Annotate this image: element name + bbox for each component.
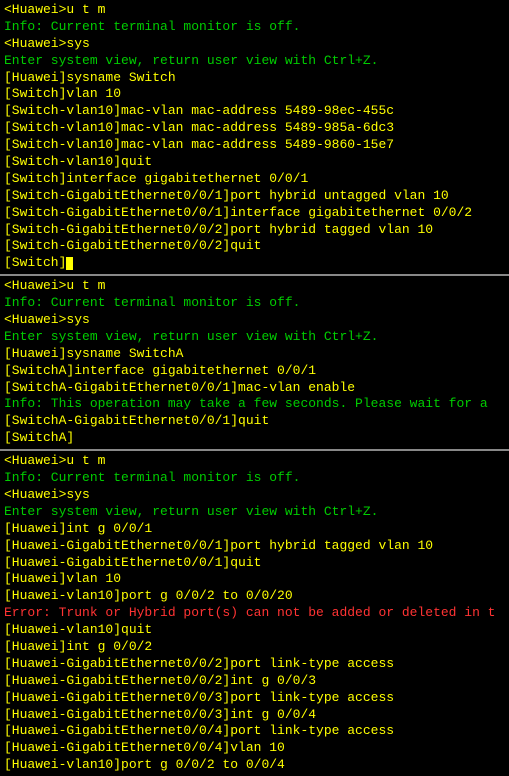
prompt-text: [Huawei-GigabitEthernet0/0/3]int g 0/0/4 <box>4 707 316 722</box>
info-text: Enter system view, return user view with… <box>4 329 378 344</box>
terminal-line: Enter system view, return user view with… <box>4 53 505 70</box>
prompt-text: [Switch-vlan10]mac-vlan mac-address 5489… <box>4 120 394 135</box>
terminal-line: [Switch-vlan10]mac-vlan mac-address 5489… <box>4 120 505 137</box>
prompt-text: [Switch] <box>4 255 66 270</box>
terminal-line: [Huawei]int g 0/0/2 <box>4 639 505 656</box>
terminal-line: <Huawei>u t m <box>4 453 505 470</box>
info-text: Info: Current terminal monitor is off. <box>4 19 300 34</box>
terminal-line: [SwitchA]interface gigabitethernet 0/0/1 <box>4 363 505 380</box>
terminal-line: [SwitchA-GigabitEthernet0/0/1]quit <box>4 413 505 430</box>
prompt-text: [Huawei]vlan 10 <box>4 571 121 586</box>
prompt-text: [Huawei-vlan10]quit <box>4 622 152 637</box>
terminal-line: [Huawei-GigabitEthernet0/0/1]quit <box>4 555 505 572</box>
terminal-line: [Switch-GigabitEthernet0/0/1]port hybrid… <box>4 188 505 205</box>
prompt-text: [Switch-vlan10]quit <box>4 154 152 169</box>
terminal-line: Error: Trunk or Hybrid port(s) can not b… <box>4 605 505 622</box>
prompt-text: [Switch-GigabitEthernet0/0/2]quit <box>4 238 261 253</box>
terminal-line: [Huawei-GigabitEthernet0/0/1]port hybrid… <box>4 538 505 555</box>
terminal-block-2: <Huawei>u t m Info: Current terminal moni… <box>0 449 509 776</box>
terminal-line: [Switch-GigabitEthernet0/0/2]port hybrid… <box>4 222 505 239</box>
info-text: Info: This operation may take a few seco… <box>4 396 495 411</box>
terminal-line: <Huawei>u t m <box>4 278 505 295</box>
terminal-container: <Huawei>u t m Info: Current terminal moni… <box>0 0 509 776</box>
prompt-text: [Switch]vlan 10 <box>4 86 121 101</box>
terminal-line: [Huawei-GigabitEthernet0/0/3]port link-t… <box>4 690 505 707</box>
terminal-line: <Huawei>sys <box>4 36 505 53</box>
terminal-line: [Switch] <box>4 255 505 272</box>
terminal-line: [Huawei-GigabitEthernet0/0/2]port link-t… <box>4 656 505 673</box>
terminal-line: [Switch-vlan10]mac-vlan mac-address 5489… <box>4 103 505 120</box>
terminal-line: <Huawei>u t m <box>4 2 505 19</box>
terminal-line: [Huawei]sysname SwitchA <box>4 346 505 363</box>
prompt-text: [Huawei-vlan10]port g 0/0/2 to 0/0/20 <box>4 588 293 603</box>
terminal-line: [Huawei-GigabitEthernet0/0/2]int g 0/0/3 <box>4 673 505 690</box>
terminal-line: [Huawei-vlan10]quit <box>4 622 505 639</box>
prompt-text: [SwitchA] <box>4 430 74 445</box>
prompt-text: <Huawei>sys <box>4 312 90 327</box>
terminal-block-0: <Huawei>u t m Info: Current terminal moni… <box>0 0 509 274</box>
terminal-line: <Huawei>sys <box>4 312 505 329</box>
info-text: Info: Current terminal monitor is off. <box>4 470 300 485</box>
prompt-text: [Huawei]sysname Switch <box>4 70 176 85</box>
prompt-text: [SwitchA-GigabitEthernet0/0/1]quit <box>4 413 269 428</box>
terminal-line: [Huawei-vlan10]port g 0/0/2 to 0/0/4 <box>4 757 505 774</box>
terminal-line: Enter system view, return user view with… <box>4 329 505 346</box>
prompt-text: [Switch-GigabitEthernet0/0/2]port hybrid… <box>4 222 433 237</box>
prompt-text: [Switch-vlan10]mac-vlan mac-address 5489… <box>4 103 394 118</box>
prompt-text: [SwitchA-GigabitEthernet0/0/1]mac-vlan e… <box>4 380 355 395</box>
prompt-text: [Huawei-vlan10]port g 0/0/2 to 0/0/4 <box>4 757 285 772</box>
error-text: Error: Trunk or Hybrid port(s) can not b… <box>4 605 495 620</box>
prompt-text: [Switch]interface gigabitethernet 0/0/1 <box>4 171 308 186</box>
prompt-text: [Switch-GigabitEthernet0/0/1]interface g… <box>4 205 472 220</box>
prompt-text: [Huawei-GigabitEthernet0/0/2]int g 0/0/3 <box>4 673 316 688</box>
terminal-line: Enter system view, return user view with… <box>4 504 505 521</box>
cursor-icon <box>66 257 73 270</box>
prompt-text: [Huawei-GigabitEthernet0/0/3]port link-t… <box>4 690 394 705</box>
terminal-line: Info: Current terminal monitor is off. <box>4 295 505 312</box>
prompt-text: <Huawei>u t m <box>4 2 105 17</box>
prompt-text: [Huawei-GigabitEthernet0/0/2]port link-t… <box>4 656 394 671</box>
prompt-text: <Huawei>u t m <box>4 453 105 468</box>
terminal-line: [Huawei-vlan10]port g 0/0/2 to 0/0/20 <box>4 588 505 605</box>
terminal-line: [Huawei]int g 0/0/1 <box>4 521 505 538</box>
terminal-line: [Switch-GigabitEthernet0/0/1]interface g… <box>4 205 505 222</box>
prompt-text: [Huawei-GigabitEthernet0/0/1]quit <box>4 555 261 570</box>
prompt-text: [Huawei]int g 0/0/1 <box>4 521 152 536</box>
prompt-text: <Huawei>u t m <box>4 278 105 293</box>
terminal-block-1: <Huawei>u t m Info: Current terminal moni… <box>0 274 509 449</box>
terminal-line: [Switch]interface gigabitethernet 0/0/1 <box>4 171 505 188</box>
prompt-text: <Huawei>sys <box>4 36 90 51</box>
info-text: Enter system view, return user view with… <box>4 504 378 519</box>
prompt-text: <Huawei>sys <box>4 487 90 502</box>
terminal-line: [Huawei]vlan 10 <box>4 571 505 588</box>
terminal-line: [Switch-vlan10]mac-vlan mac-address 5489… <box>4 137 505 154</box>
prompt-text: [Huawei-GigabitEthernet0/0/1]port hybrid… <box>4 538 433 553</box>
terminal-line: [Huawei]sysname Switch <box>4 70 505 87</box>
prompt-text: [Huawei]int g 0/0/2 <box>4 639 152 654</box>
prompt-text: [Switch-GigabitEthernet0/0/1]port hybrid… <box>4 188 449 203</box>
info-text: Info: Current terminal monitor is off. <box>4 295 300 310</box>
prompt-text: [Huawei-GigabitEthernet0/0/4]port link-t… <box>4 723 394 738</box>
info-text: Enter system view, return user view with… <box>4 53 378 68</box>
terminal-line: [SwitchA] <box>4 430 505 447</box>
terminal-line: Info: Current terminal monitor is off. <box>4 470 505 487</box>
terminal-line: [Switch]vlan 10 <box>4 86 505 103</box>
terminal-line: Info: This operation may take a few seco… <box>4 396 505 413</box>
prompt-text: [SwitchA]interface gigabitethernet 0/0/1 <box>4 363 316 378</box>
terminal-line: [Switch-GigabitEthernet0/0/2]quit <box>4 238 505 255</box>
terminal-line: [SwitchA-GigabitEthernet0/0/1]mac-vlan e… <box>4 380 505 397</box>
terminal-line: [Huawei-GigabitEthernet0/0/4]vlan 10 <box>4 740 505 757</box>
terminal-line: [Huawei-GigabitEthernet0/0/3]int g 0/0/4 <box>4 707 505 724</box>
terminal-line: [Switch-vlan10]quit <box>4 154 505 171</box>
prompt-text: [Huawei-GigabitEthernet0/0/4]vlan 10 <box>4 740 285 755</box>
prompt-text: [Huawei]sysname SwitchA <box>4 346 183 361</box>
terminal-line: <Huawei>sys <box>4 487 505 504</box>
terminal-line: [Huawei-GigabitEthernet0/0/4]port link-t… <box>4 723 505 740</box>
prompt-text: [Switch-vlan10]mac-vlan mac-address 5489… <box>4 137 394 152</box>
terminal-line: Info: Current terminal monitor is off. <box>4 19 505 36</box>
